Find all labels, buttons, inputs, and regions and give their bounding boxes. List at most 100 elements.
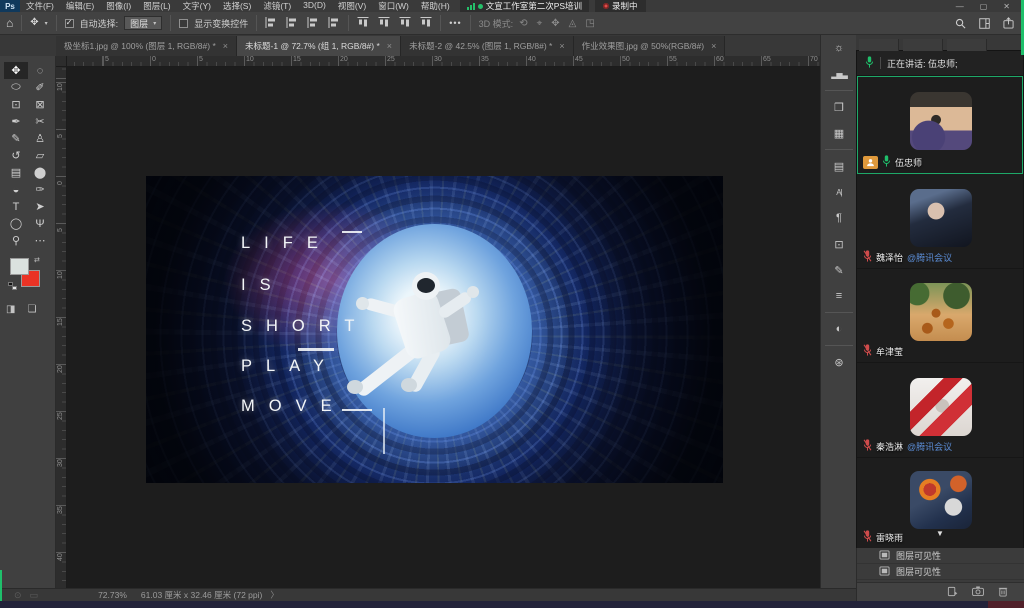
meeting-indicator[interactable]: 文宣工作室第二次PS培训: [460, 0, 589, 12]
menu-item[interactable]: 图层(L): [137, 0, 176, 12]
3d-mode-icon[interactable]: ⌖: [537, 18, 543, 29]
share-icon[interactable]: [1003, 17, 1014, 31]
menu-item[interactable]: 滤镜(T): [257, 0, 297, 12]
expand-arrow-icon[interactable]: ▼: [857, 529, 1023, 538]
align-right-icon[interactable]: [307, 17, 319, 30]
crop-tool[interactable]: ⊡: [4, 96, 28, 113]
marquee-tool[interactable]: ◌: [28, 62, 52, 79]
recording-indicator[interactable]: 录制中: [595, 0, 646, 12]
swatches-panel-icon[interactable]: ⊛: [821, 349, 857, 375]
align-center-h-icon[interactable]: [286, 17, 298, 30]
participant-tile[interactable]: 伍忠师: [857, 76, 1023, 174]
character-panel-icon[interactable]: A|: [821, 179, 857, 205]
more-tools[interactable]: ⋯: [28, 232, 52, 249]
new-doc-from-state-icon[interactable]: [947, 586, 958, 599]
type-tool[interactable]: T: [4, 198, 28, 215]
blur-tool[interactable]: ⬤: [28, 164, 52, 181]
align-bottom-icon[interactable]: [399, 17, 411, 30]
frame-tool[interactable]: ⊠: [28, 96, 52, 113]
home-icon[interactable]: ⌂: [6, 17, 13, 29]
snapshot-camera-icon[interactable]: [972, 586, 984, 598]
dodge-tool[interactable]: ◒: [4, 181, 28, 198]
show-transform-checkbox[interactable]: [179, 19, 188, 28]
clone-stamp-tool[interactable]: ♙: [28, 130, 52, 147]
default-colors-icon[interactable]: [8, 282, 17, 290]
tool-presets-panel-icon[interactable]: ≡: [821, 283, 857, 309]
move-tool-icon[interactable]: ✥: [30, 18, 38, 28]
zoom-level[interactable]: 72.73%: [98, 590, 127, 600]
path-select-tool[interactable]: ➤: [28, 198, 52, 215]
participant-tile[interactable]: 秦浩淋@腾讯会议: [857, 363, 1023, 458]
menu-item[interactable]: 窗口(W): [372, 0, 415, 12]
move-tool-dropdown-arrow[interactable]: ▾: [45, 20, 48, 27]
move-tool[interactable]: ✥: [4, 62, 28, 79]
info-panel-icon[interactable]: ▦: [821, 120, 857, 146]
participant-tile[interactable]: 牟津莹: [857, 269, 1023, 363]
window-control-icon[interactable]: ▢: [980, 2, 988, 11]
paragraph-panel-icon[interactable]: ¶: [821, 205, 857, 231]
tab-close-icon[interactable]: ×: [711, 41, 716, 51]
menu-item[interactable]: 视图(V): [332, 0, 372, 12]
swap-colors-icon[interactable]: ⇄: [34, 256, 40, 264]
zoom-tool[interactable]: ⚲: [4, 232, 28, 249]
histogram-panel-icon[interactable]: ▂▅▃: [821, 61, 857, 87]
brush-settings-panel-icon[interactable]: ✎: [821, 257, 857, 283]
document-tab[interactable]: 未标题-1 @ 72.7% (组 1, RGB/8#) *×: [237, 36, 401, 56]
distribute-v-icon[interactable]: [420, 17, 432, 30]
clone-source-panel-icon[interactable]: ⊡: [821, 231, 857, 257]
color-panel-icon[interactable]: ◐: [821, 316, 857, 342]
gradient-tool[interactable]: ▤: [4, 164, 28, 181]
adjustments-panel-icon[interactable]: ☼: [821, 35, 857, 61]
screen-mode-icon[interactable]: ❏: [27, 304, 36, 315]
delete-trash-icon[interactable]: [998, 586, 1008, 599]
document-tab[interactable]: 未标题-2 @ 42.5% (图层 1, RGB/8#) *×: [401, 36, 574, 56]
spot-healing-tool[interactable]: ✐: [28, 79, 52, 96]
document-tab[interactable]: 作业效果图.jpg @ 50%(RGB/8#)×: [574, 36, 726, 56]
menu-item[interactable]: 图像(I): [100, 0, 137, 12]
auto-select-dropdown[interactable]: 图层 ▾: [124, 16, 162, 30]
menu-item[interactable]: 3D(D): [297, 0, 332, 12]
menu-item[interactable]: 编辑(E): [60, 0, 100, 12]
search-icon[interactable]: [955, 18, 966, 31]
3d-panel-icon[interactable]: ❒: [821, 94, 857, 120]
participant-tile[interactable]: 魏泽怡@腾讯会议: [857, 174, 1023, 269]
hand-tool[interactable]: Ψ: [28, 215, 52, 232]
foreground-color-swatch[interactable]: [10, 258, 29, 275]
auto-select-checkbox[interactable]: ✓: [65, 19, 74, 28]
tab-close-icon[interactable]: ×: [387, 41, 392, 51]
more-options-icon[interactable]: •••: [449, 18, 461, 28]
window-control-icon[interactable]: ✕: [1003, 2, 1010, 11]
3d-mode-icon[interactable]: ◳: [585, 18, 594, 29]
menu-item[interactable]: 文件(F): [20, 0, 60, 12]
history-step-row[interactable]: 图层可见性: [857, 548, 1024, 564]
lasso-tool[interactable]: ⬭: [4, 79, 28, 96]
align-top-icon[interactable]: [357, 17, 369, 30]
tab-close-icon[interactable]: ×: [559, 41, 564, 51]
slice-tool[interactable]: ✂: [28, 113, 52, 130]
menu-item[interactable]: 选择(S): [217, 0, 257, 12]
window-control-icon[interactable]: —: [956, 2, 964, 11]
menu-item[interactable]: 帮助(H): [415, 0, 456, 12]
align-left-icon[interactable]: [265, 17, 277, 30]
3d-mode-icon[interactable]: ◬: [569, 18, 577, 29]
participant-tile[interactable]: 雷晓雨▼: [857, 458, 1023, 549]
align-middle-icon[interactable]: [378, 17, 390, 30]
artwork-image[interactable]: LIFEISSHORTPLAYMOVE: [146, 176, 723, 483]
quick-mask-icon[interactable]: ◨: [6, 304, 15, 315]
document-tab[interactable]: 极坐标1.jpg @ 100% (图层 1, RGB/8#) *×: [56, 36, 237, 56]
3d-mode-icon[interactable]: ✥: [551, 18, 559, 29]
menu-item[interactable]: 文字(Y): [177, 0, 217, 12]
brush-tool[interactable]: ✎: [4, 130, 28, 147]
history-step-row[interactable]: 图层可见性: [857, 564, 1024, 580]
pen-tool[interactable]: ✑: [28, 181, 52, 198]
eyedropper-tool[interactable]: ✒: [4, 113, 28, 130]
distribute-h-icon[interactable]: [328, 17, 340, 30]
status-chevron-icon[interactable]: 〉: [270, 589, 279, 601]
history-brush-tool[interactable]: ↺: [4, 147, 28, 164]
libraries-panel-icon[interactable]: ▤: [821, 153, 857, 179]
3d-mode-icon[interactable]: ⟲: [519, 18, 527, 29]
tab-close-icon[interactable]: ×: [223, 41, 228, 51]
eraser-tool[interactable]: ▱: [28, 147, 52, 164]
workspace-switcher-icon[interactable]: [979, 18, 990, 31]
shape-tool[interactable]: ◯: [4, 215, 28, 232]
